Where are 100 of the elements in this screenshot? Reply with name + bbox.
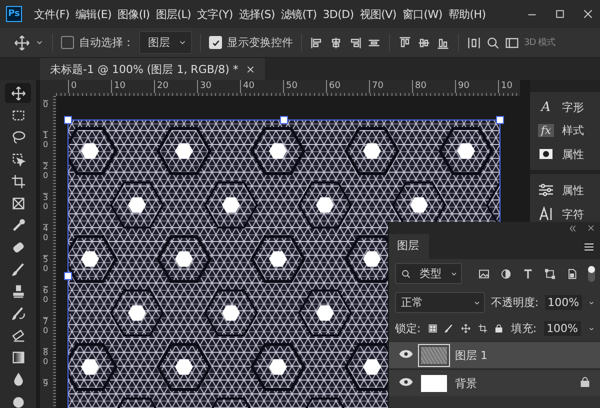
ruler-label: 70 <box>369 80 412 93</box>
ruler-label: 40 <box>43 224 48 255</box>
transform-handle[interactable] <box>64 272 72 280</box>
styles-panel-icon: fx <box>538 124 554 137</box>
document-tab[interactable]: 未标题-1 @ 100% (图层 1, RGB/8) * <box>40 58 266 80</box>
lock-icon[interactable] <box>494 323 504 334</box>
frame-tool-icon <box>10 196 26 210</box>
marquee-tool-icon <box>10 108 26 122</box>
ruler-label: 80 <box>43 348 48 379</box>
ruler-label: 30 <box>43 193 48 224</box>
transform-handle[interactable] <box>64 116 72 124</box>
menu-item[interactable]: 视图(V) <box>360 6 396 22</box>
ruler-label: 20 <box>43 162 48 193</box>
opacity-label: 不透明度: <box>490 295 539 310</box>
layer-thumbnail <box>421 346 447 364</box>
crop-tool-icon <box>10 174 26 188</box>
ruler-label: 60 <box>326 80 369 93</box>
panel-button[interactable]: A 字形 <box>530 98 600 117</box>
menu-item[interactable]: 图层(L) <box>156 6 192 22</box>
eraser-tool-icon <box>10 328 26 342</box>
object-tool-icon <box>10 152 26 166</box>
menu-item[interactable]: 编辑(E) <box>75 6 112 22</box>
menu-item[interactable]: 帮助(H) <box>448 6 486 22</box>
panel-button[interactable]: fx 样式 <box>530 121 600 140</box>
character-panel-icon <box>538 206 554 222</box>
adjustment-filter-icon[interactable] <box>500 268 512 280</box>
close-icon[interactable] <box>587 224 595 232</box>
menu-item[interactable]: 选择(S) <box>238 6 275 22</box>
layer-name[interactable]: 图层 1 <box>455 348 488 362</box>
panel-tab[interactable]: 图层 <box>389 234 429 259</box>
blend-mode-dropdown[interactable]: 正常 <box>395 292 485 313</box>
ruler-label: 80 <box>412 80 455 93</box>
search-icon[interactable] <box>486 36 500 50</box>
layer-row[interactable]: 背景 <box>389 369 600 396</box>
ruler-label: 9 <box>43 379 48 408</box>
opacity-field[interactable]: 100% <box>544 295 582 310</box>
panel-button[interactable]: 属性 <box>530 144 600 164</box>
ruler-label: 90 <box>455 80 498 93</box>
menu-icon[interactable] <box>583 240 595 252</box>
transform-handle[interactable] <box>280 116 288 124</box>
tool-button[interactable] <box>5 83 31 103</box>
lock-label: 锁定: <box>395 321 421 336</box>
ruler-label: 0 <box>43 100 48 131</box>
glyphs-panel-icon: A <box>538 100 554 115</box>
lock-icon[interactable] <box>579 376 591 388</box>
adjust-panel-icon <box>538 182 554 198</box>
menu-item[interactable]: 滤镜(T) <box>280 6 317 22</box>
move-icon[interactable] <box>14 34 30 50</box>
menu-item[interactable]: 图像(I) <box>117 6 150 22</box>
menu-item[interactable]: 文件(F) <box>34 6 70 22</box>
crop-icon[interactable] <box>478 323 488 334</box>
mode-3d-label[interactable]: 3D 模式 <box>524 36 556 49</box>
ruler-label: 10 <box>43 131 48 162</box>
align-icon[interactable] <box>398 36 412 50</box>
align-icon[interactable] <box>329 36 343 50</box>
properties-panel-icon <box>538 146 554 162</box>
collapse-icon[interactable] <box>568 224 577 232</box>
ruler-label: 50 <box>43 255 48 286</box>
layer-row[interactable]: 图层 1 <box>389 341 600 368</box>
layer-thumbnail <box>421 374 447 392</box>
type-filter-icon[interactable] <box>522 268 534 280</box>
transform-handle[interactable] <box>496 116 504 124</box>
checkbox[interactable] <box>61 36 74 49</box>
menu-item[interactable]: 窗口(W) <box>402 6 442 22</box>
workspace-icon[interactable] <box>505 36 519 50</box>
image-filter-icon[interactable] <box>478 268 490 280</box>
menu-item[interactable]: 3D(D) <box>322 8 354 20</box>
brush-tool-icon <box>10 262 26 276</box>
shape-filter-icon[interactable] <box>544 268 556 280</box>
ruler-label: 40 <box>240 80 283 93</box>
filter-dropdown[interactable]: 类型 <box>395 263 462 284</box>
ruler-label: 60 <box>43 286 48 317</box>
move-icon[interactable] <box>460 323 471 334</box>
app-logo[interactable]: Ps <box>6 6 22 22</box>
layer-name[interactable]: 背景 <box>455 376 477 390</box>
distribute-icon[interactable] <box>467 36 481 50</box>
history-tool-icon <box>10 306 26 320</box>
check-icon <box>210 38 220 48</box>
checkbox-label: 自动选择： <box>79 35 134 50</box>
lasso-tool-icon <box>10 130 26 144</box>
brush-icon[interactable] <box>444 323 454 334</box>
smart-object-filter-icon[interactable] <box>566 268 578 280</box>
close-icon[interactable] <box>582 8 594 20</box>
menu-item[interactable]: 文字(Y) <box>197 6 233 22</box>
ruler-label: 20 <box>154 80 197 93</box>
ruler-label: 10 <box>111 80 154 93</box>
filter-toggle[interactable] <box>588 266 595 282</box>
maximize-icon[interactable] <box>554 8 566 20</box>
align-icon[interactable] <box>310 36 324 50</box>
ruler-label: 50 <box>283 80 326 93</box>
ruler-label: 70 <box>43 317 48 348</box>
panel-button[interactable]: 属性 <box>530 180 600 200</box>
layer-dropdown[interactable]: 图层 <box>139 31 192 54</box>
stamp-tool-icon <box>10 284 26 298</box>
ruler-label: 30 <box>197 80 240 93</box>
lock-pixels-icon[interactable] <box>428 323 438 334</box>
panel-button[interactable]: 字符 <box>530 204 600 224</box>
align-icon[interactable] <box>348 36 362 50</box>
move-tool-icon <box>10 86 26 100</box>
fill-field[interactable]: 100% <box>544 321 582 336</box>
